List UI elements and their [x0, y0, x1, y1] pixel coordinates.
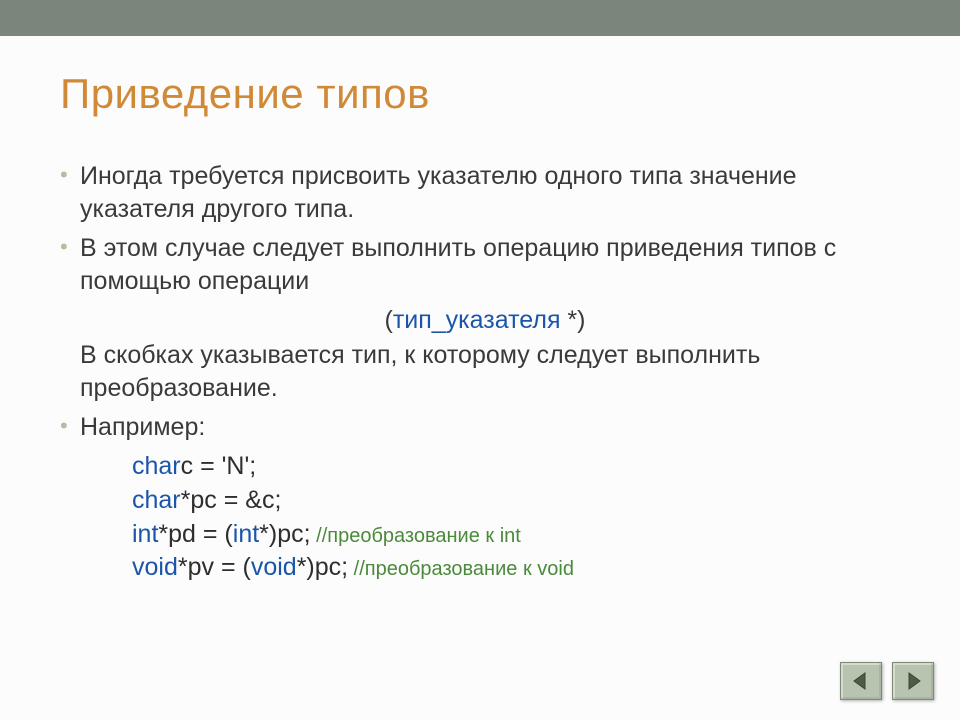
keyword-void: void	[251, 553, 297, 581]
arrow-left-icon	[851, 671, 871, 691]
keyword-void: void	[132, 553, 178, 581]
nav-buttons	[840, 662, 934, 700]
code-comment: //преобразование к void	[348, 558, 574, 580]
code-line-3: int*pd = (int*)pc; //преобразование к in…	[132, 518, 910, 552]
slide-body: Иногда требуется присвоить указателю одн…	[60, 160, 910, 585]
paren-close: *)	[560, 306, 585, 334]
code-line-1: charс = 'N';	[132, 450, 910, 484]
code-comment: //преобразование к int	[311, 525, 521, 547]
explain-text: В скобках указывается тип, к которому сл…	[60, 339, 910, 405]
code-text: *)pc;	[297, 553, 348, 581]
prev-button[interactable]	[840, 662, 882, 700]
bullet-3: Например:	[60, 411, 910, 444]
code-text: с = 'N';	[181, 452, 257, 480]
code-text: *pd = (	[158, 520, 232, 548]
cast-syntax: (тип_указателя *)	[60, 304, 910, 337]
keyword-char: char	[132, 452, 181, 480]
keyword-int: int	[233, 520, 259, 548]
top-bar	[0, 0, 960, 36]
type-token: тип_указателя	[393, 306, 561, 334]
keyword-char: char	[132, 486, 181, 514]
code-text: *)pc;	[259, 520, 310, 548]
code-block: charс = 'N'; char*pc = &c; int*pd = (int…	[60, 450, 910, 585]
bullet-1: Иногда требуется присвоить указателю одн…	[60, 160, 910, 226]
arrow-right-icon	[903, 671, 923, 691]
keyword-int: int	[132, 520, 158, 548]
code-line-2: char*pc = &c;	[132, 484, 910, 518]
slide-title: Приведение типов	[60, 70, 430, 118]
bullet-2: В этом случае следует выполнить операцию…	[60, 232, 910, 298]
code-text: *pv = (	[178, 553, 251, 581]
code-line-4: void*pv = (void*)pc; //преобразование к …	[132, 551, 910, 585]
slide: Приведение типов Иногда требуется присво…	[0, 0, 960, 720]
next-button[interactable]	[892, 662, 934, 700]
code-text: *pc = &c;	[181, 486, 282, 514]
paren-open: (	[385, 306, 393, 334]
